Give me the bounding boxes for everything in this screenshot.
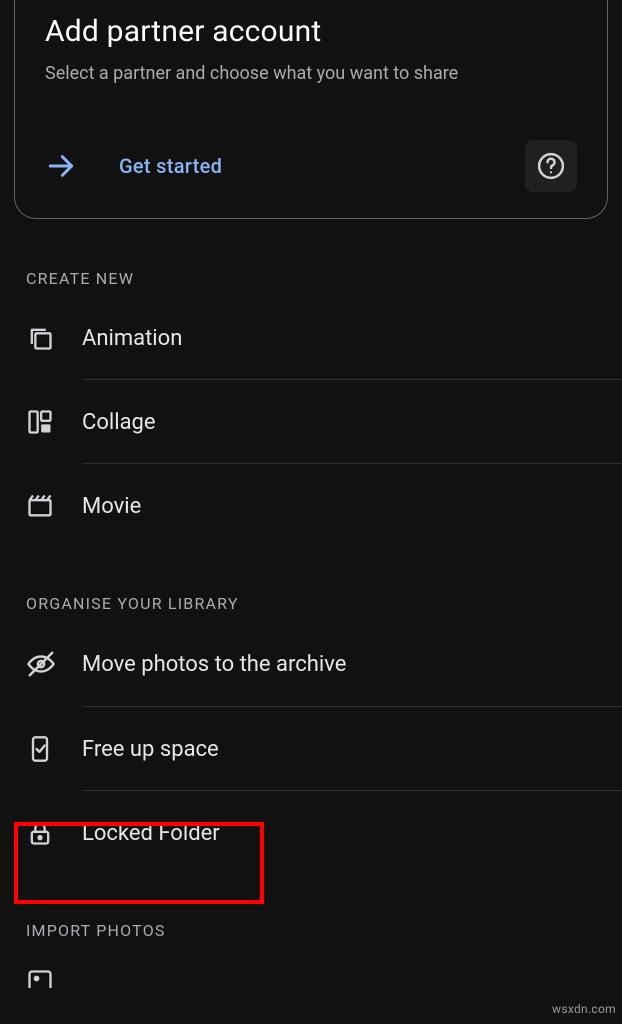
get-started-button[interactable]: Get started bbox=[119, 154, 222, 178]
row-movie[interactable]: Movie bbox=[0, 464, 622, 548]
row-label: Move photos to the archive bbox=[82, 652, 346, 677]
card-title: Add partner account bbox=[45, 14, 577, 49]
movie-icon bbox=[26, 492, 82, 520]
collage-icon bbox=[26, 408, 82, 436]
row-archive[interactable]: Move photos to the archive bbox=[0, 621, 622, 707]
help-button[interactable] bbox=[525, 140, 577, 192]
row-animation[interactable]: Animation bbox=[0, 296, 622, 380]
row-label: Locked Folder bbox=[82, 821, 220, 846]
free-up-space-icon bbox=[26, 735, 82, 763]
section-header-organise: ORGANISE YOUR LIBRARY bbox=[0, 548, 622, 621]
row-label: Animation bbox=[82, 326, 182, 351]
card-subtitle: Select a partner and choose what you wan… bbox=[45, 61, 577, 86]
lock-icon bbox=[26, 819, 82, 847]
card-actions: Get started bbox=[45, 140, 577, 192]
arrow-right-icon[interactable] bbox=[45, 150, 77, 182]
section-header-create-new: CREATE NEW bbox=[0, 219, 622, 296]
row-locked-folder[interactable]: Locked Folder bbox=[0, 791, 622, 875]
row-free-up-space[interactable]: Free up space bbox=[0, 707, 622, 791]
watermark: wsxdn.com bbox=[552, 1002, 616, 1016]
row-label: Free up space bbox=[82, 737, 219, 762]
help-icon bbox=[536, 151, 566, 181]
row-collage[interactable]: Collage bbox=[0, 380, 622, 464]
eye-off-icon bbox=[26, 649, 82, 679]
row-label: Movie bbox=[82, 494, 141, 519]
row-photoscan-partial[interactable] bbox=[0, 948, 622, 988]
photoscan-icon bbox=[26, 968, 82, 988]
create-new-list: Animation Collage Movie bbox=[0, 296, 622, 548]
organise-list: Move photos to the archive Free up space… bbox=[0, 621, 622, 875]
section-header-import: IMPORT PHOTOS bbox=[0, 875, 622, 948]
partner-card: Add partner account Select a partner and… bbox=[14, 0, 608, 219]
row-label: Collage bbox=[82, 410, 156, 435]
animation-icon bbox=[26, 324, 82, 352]
